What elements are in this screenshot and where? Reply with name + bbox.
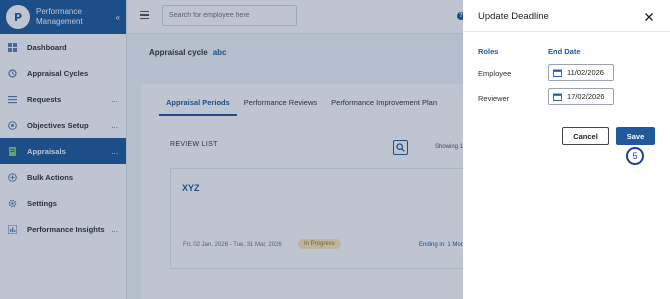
roles-column-header: Roles bbox=[478, 47, 499, 56]
employee-end-date-value: 11/02/2026 bbox=[567, 68, 604, 77]
reviewer-end-date-value: 17/02/2026 bbox=[567, 92, 605, 101]
modal-backdrop[interactable] bbox=[0, 0, 463, 299]
step-number-badge: 5 bbox=[626, 147, 644, 165]
drawer-title: Update Deadline bbox=[478, 11, 549, 22]
employee-end-date-field[interactable]: 11/02/2026 bbox=[548, 64, 614, 81]
close-icon[interactable] bbox=[644, 12, 654, 22]
calendar-icon bbox=[553, 69, 562, 77]
calendar-icon bbox=[553, 93, 562, 101]
end-date-column-header: End Date bbox=[548, 47, 581, 56]
cancel-button[interactable]: Cancel bbox=[562, 127, 609, 145]
role-reviewer-label: Reviewer bbox=[478, 94, 510, 103]
reviewer-end-date-field[interactable]: 17/02/2026 bbox=[548, 88, 614, 105]
save-button[interactable]: Save bbox=[616, 127, 655, 145]
update-deadline-drawer: Update Deadline Roles End Date Employee … bbox=[463, 0, 670, 299]
role-employee-label: Employee bbox=[478, 69, 512, 78]
drawer-divider bbox=[463, 31, 670, 32]
